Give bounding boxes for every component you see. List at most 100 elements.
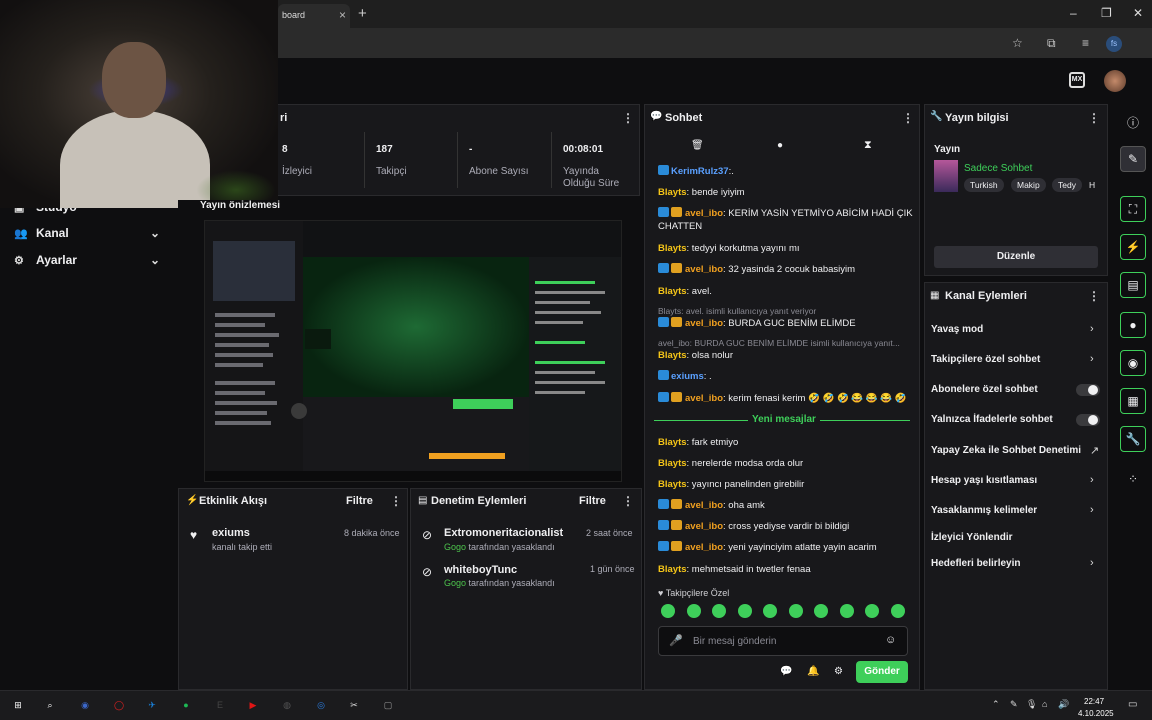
tab-close-icon[interactable]: × — [339, 8, 346, 22]
edit-button[interactable]: Düzenle — [934, 246, 1098, 268]
chat-username[interactable]: Blayts — [658, 564, 687, 575]
channel-action-item[interactable]: İzleyici Yönlendir — [931, 532, 1013, 543]
mode-badge-icon[interactable]: MX — [1069, 72, 1085, 88]
youtube-icon[interactable]: ▶ — [245, 697, 261, 713]
maximize-button[interactable]: ❐ — [1101, 6, 1112, 20]
category-name[interactable]: Sadece Sohbet — [964, 163, 1032, 174]
emote-icon[interactable] — [814, 604, 828, 618]
tray-volume-icon[interactable]: 🔊 — [1058, 699, 1069, 710]
chat-username[interactable]: avel_ibo — [685, 500, 723, 511]
extensions-icon[interactable]: ⧉ — [1047, 36, 1056, 51]
channel-action-item[interactable]: Abonelere özel sohbet — [931, 384, 1038, 395]
lightning-icon[interactable]: ⚡ — [1120, 234, 1146, 260]
chat-username[interactable]: avel_ibo — [685, 542, 723, 553]
emote-icon[interactable] — [712, 604, 726, 618]
steam-icon[interactable]: ✈ — [144, 697, 160, 713]
notification-icon[interactable]: ▭ — [1128, 699, 1137, 710]
channel-action-item[interactable]: Takipçilere özel sohbet — [931, 354, 1040, 365]
chat-menu-icon[interactable]: ⋮ — [902, 111, 914, 125]
tray-network-icon[interactable]: ⌂ — [1042, 699, 1047, 709]
chat-username[interactable]: KerimRulz37 — [671, 166, 729, 177]
tag[interactable]: Tedy — [1052, 178, 1082, 192]
bell-icon[interactable]: 🔔 — [807, 666, 819, 677]
chat-username[interactable]: exiums — [671, 371, 704, 382]
activity-user[interactable]: exiums — [212, 527, 250, 539]
mic-icon[interactable]: 🎤 — [669, 634, 683, 647]
chat-username[interactable]: Blayts — [658, 350, 687, 361]
opera-icon[interactable]: ◯ — [111, 697, 127, 713]
close-window-button[interactable]: ✕ — [1133, 6, 1143, 20]
emote-icon[interactable] — [890, 604, 905, 618]
tag[interactable]: H — [1086, 178, 1098, 192]
chat-username[interactable]: avel_ibo — [685, 208, 723, 219]
browser-tab[interactable]: board × — [278, 4, 350, 28]
chat-icon[interactable]: ● — [1120, 312, 1146, 338]
channel-action-item[interactable]: Yasaklanmış kelimeler — [931, 505, 1037, 516]
wrench-icon[interactable]: 🔧 — [1120, 426, 1146, 452]
broadcast-icon[interactable]: ◉ — [1120, 350, 1146, 376]
sidebar-item-channel[interactable]: 👥 Kanal ⌄ — [14, 226, 164, 246]
bookmark-star-icon[interactable]: ☆ — [1012, 36, 1023, 50]
moderator-name[interactable]: Gogo — [444, 578, 466, 588]
minimize-button[interactable]: – — [1070, 6, 1077, 20]
chat-username[interactable]: Blayts — [658, 437, 687, 448]
channel-action-item[interactable]: Yapay Zeka ile Sohbet Denetimi — [931, 445, 1081, 456]
chrome-icon[interactable]: ◎ — [313, 697, 329, 713]
channel-action-item[interactable]: Hesap yaşı kısıtlaması — [931, 475, 1037, 486]
expand-icon[interactable]: ⛶ — [1120, 196, 1146, 222]
chat-input[interactable]: 🎤 Bir mesaj gönderin ☺ — [658, 626, 908, 656]
moderation-menu-icon[interactable]: ⋮ — [622, 494, 634, 508]
tray-arrow-icon[interactable]: ⌃ — [992, 699, 1000, 710]
chat-username[interactable]: Blayts — [658, 243, 687, 254]
new-tab-button[interactable]: + — [358, 5, 367, 22]
emote-icon[interactable] — [865, 604, 879, 618]
info-icon[interactable]: ⓘ — [1124, 114, 1142, 132]
chat-settings-icon[interactable]: 💬 — [780, 666, 792, 677]
emote-icon[interactable] — [661, 604, 675, 618]
clock-date[interactable]: 4.10.2025 — [1078, 709, 1114, 718]
emote-icon[interactable] — [737, 604, 752, 618]
timer-icon[interactable]: ⧗ — [864, 139, 872, 152]
moderator-name[interactable]: Gogo — [444, 542, 466, 552]
emote-icon[interactable] — [788, 604, 803, 618]
chat-username[interactable]: avel_ibo — [685, 318, 723, 329]
activity-menu-icon[interactable]: ⋮ — [390, 494, 402, 508]
tag[interactable]: Makip — [1011, 178, 1046, 192]
tag[interactable]: Turkish — [964, 178, 1004, 192]
tray-pen-icon[interactable]: ✎ — [1010, 699, 1018, 710]
chat-icon[interactable]: ● — [777, 140, 783, 151]
clock-time[interactable]: 22:47 — [1084, 697, 1104, 706]
sidebar-item-settings[interactable]: ⚙ Ayarlar ⌄ — [14, 253, 164, 273]
moderation-user[interactable]: Extromoneritacionalist — [444, 527, 563, 539]
apps-icon[interactable]: ⁘ — [1124, 472, 1142, 490]
emote-icon[interactable] — [686, 604, 701, 618]
trash-icon[interactable]: 🗑 — [691, 140, 704, 151]
epic-icon[interactable]: E — [212, 697, 228, 713]
stats-menu-icon[interactable]: ⋮ — [622, 111, 634, 125]
emote-icon[interactable] — [763, 604, 777, 618]
opera-gx-icon[interactable]: ◉ — [77, 697, 93, 713]
chat-username[interactable]: avel_ibo — [685, 521, 723, 532]
chat-username[interactable]: avel_ibo — [685, 264, 723, 275]
windows-icon[interactable]: ⊞ — [10, 697, 26, 713]
activity-filter-button[interactable]: Filtre — [346, 495, 373, 507]
channel-action-item[interactable]: Yavaş mod — [931, 324, 983, 335]
emote-icon[interactable] — [839, 604, 854, 618]
chat-username[interactable]: avel_ibo — [685, 393, 723, 404]
chat-username[interactable]: Blayts — [658, 286, 687, 297]
layout-icon[interactable]: ▦ — [1120, 388, 1146, 414]
channel-actions-menu-icon[interactable]: ⋮ — [1088, 289, 1100, 303]
chat-username[interactable]: Blayts — [658, 187, 687, 198]
emoji-icon[interactable]: ☺ — [885, 634, 896, 646]
chat-username[interactable]: Blayts — [658, 458, 687, 469]
obs-icon[interactable]: ◍ — [279, 697, 295, 713]
channel-action-item[interactable]: Hedefleri belirleyin — [931, 558, 1020, 569]
moderation-user[interactable]: whiteboyTunc — [444, 564, 517, 576]
search-icon[interactable]: ⌕ — [42, 697, 58, 713]
tray-mic-icon[interactable]: 🎙 — [1026, 699, 1037, 710]
browser-profile-avatar[interactable]: fs — [1106, 36, 1122, 52]
toggle-switch[interactable] — [1076, 414, 1100, 426]
document-icon[interactable]: ▤ — [1120, 272, 1146, 298]
spotify-icon[interactable]: ● — [178, 697, 194, 713]
pencil-icon[interactable]: ✎ — [1120, 146, 1146, 172]
